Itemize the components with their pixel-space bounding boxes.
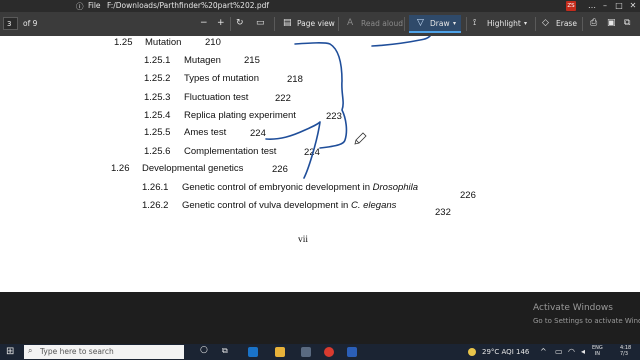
zoom-in-icon[interactable]: +	[217, 18, 225, 29]
divider	[535, 17, 536, 31]
ink-stroke-top	[371, 36, 431, 47]
profile-avatar[interactable]: ZS	[566, 1, 576, 11]
language-indicator[interactable]: ENG IN	[592, 345, 603, 357]
taskbar-search-input[interactable]: Type here to search	[24, 345, 184, 359]
chevron-down-icon[interactable]: ▾	[453, 18, 456, 29]
pen-cursor-icon	[354, 132, 367, 145]
clock-date: 7/3	[620, 351, 629, 357]
file-path: F:/Downloads/Parthfinder%20part%202.pdf	[107, 1, 270, 10]
divider	[582, 17, 583, 31]
file-explorer-icon[interactable]	[275, 347, 285, 357]
print-icon[interactable]: ⎙	[590, 18, 597, 29]
ink-stroke-connector	[265, 121, 321, 179]
minimize-icon[interactable]: –	[598, 0, 612, 12]
divider	[230, 17, 231, 31]
chevron-down-icon[interactable]: ▾	[524, 18, 527, 29]
activate-windows-title: Activate Windows	[533, 303, 613, 313]
pdf-toolbar: 3 of 9 − + ↻ ▭ ▤ Page view A Read aloud …	[0, 12, 640, 37]
rotate-icon[interactable]: ↻	[236, 18, 244, 29]
volume-icon[interactable]: ◂	[581, 347, 585, 356]
ink-stroke-bracket	[294, 42, 348, 149]
network-icon[interactable]: ▭	[555, 347, 563, 356]
read-aloud-button[interactable]: Read aloud	[361, 19, 403, 28]
page-view-button[interactable]: Page view	[297, 19, 335, 28]
word-icon[interactable]	[347, 347, 357, 357]
divider	[338, 17, 339, 31]
page-view-icon[interactable]: ▤	[283, 18, 292, 29]
save-as-icon[interactable]: ⧉	[624, 18, 630, 29]
erase-button[interactable]: Erase	[556, 19, 577, 28]
fit-page-icon[interactable]: ▭	[256, 18, 265, 29]
read-aloud-icon[interactable]: A	[347, 18, 353, 29]
search-icon: ⌕	[28, 346, 33, 355]
task-view-icon[interactable]: ⧉	[222, 346, 228, 356]
highlight-button[interactable]: Highlight	[487, 19, 521, 28]
zoom-out-icon[interactable]: −	[200, 18, 208, 29]
ink-annotation-layer[interactable]	[0, 36, 640, 292]
divider	[274, 17, 275, 31]
draw-icon: ▽	[417, 18, 424, 28]
windows-start-icon[interactable]: ⊞	[6, 346, 14, 358]
maximize-icon[interactable]: □	[612, 0, 626, 12]
draw-label: Draw	[430, 19, 450, 28]
cortana-icon[interactable]: ○	[200, 345, 208, 355]
chrome-icon[interactable]	[324, 347, 334, 357]
weather-icon	[468, 348, 476, 356]
edge-icon[interactable]	[248, 347, 258, 357]
draw-button[interactable]: ▽ Draw ▾	[409, 15, 461, 33]
highlight-icon[interactable]: ⟟	[473, 18, 476, 29]
file-menu[interactable]: File	[88, 1, 101, 10]
taskbar: ⊞ Type here to search ⌕ ○ ⧉ 29°C AQI 146…	[0, 344, 640, 360]
activate-windows-subtitle: Go to Settings to activate Windows.	[533, 317, 640, 325]
close-icon[interactable]: ✕	[626, 0, 640, 12]
wifi-icon[interactable]: ◠	[568, 347, 575, 356]
page-total: of 9	[23, 19, 38, 28]
erase-icon[interactable]: ◇	[542, 18, 549, 29]
page-number-input[interactable]: 3	[3, 17, 18, 30]
pdf-page[interactable]: 1.25 Mutation 210 1.25.1 Mutagen 215 1.2…	[0, 36, 640, 292]
region-code: IN	[594, 351, 600, 357]
title-bar: ⓘ File F:/Downloads/Parthfinder%20part%2…	[0, 0, 640, 12]
divider	[466, 17, 467, 31]
info-icon[interactable]: ⓘ	[76, 1, 84, 12]
store-icon[interactable]	[301, 347, 311, 357]
tray-chevron-icon[interactable]: ^	[540, 347, 547, 356]
save-icon[interactable]: ▣	[607, 18, 616, 29]
divider	[404, 17, 405, 31]
weather-status[interactable]: 29°C AQI 146	[482, 348, 529, 356]
more-icon[interactable]: …	[585, 0, 599, 12]
clock[interactable]: 4:18 7/3	[620, 345, 631, 357]
